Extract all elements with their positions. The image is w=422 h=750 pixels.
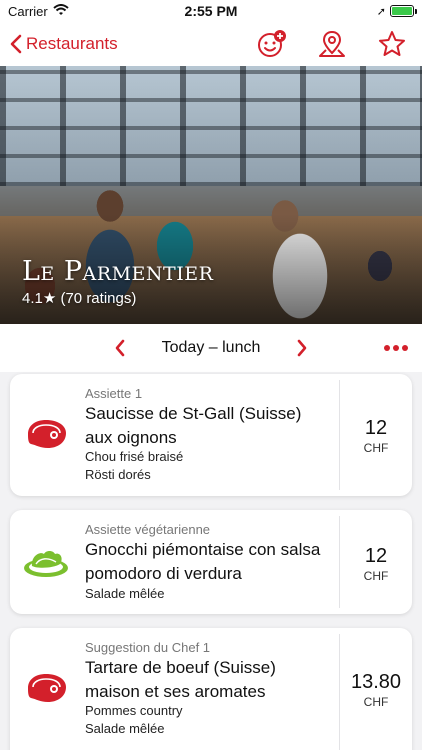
menu-item-name: Tartare de boeuf (Suisse) (85, 658, 276, 677)
navigation-bar: Restaurants (0, 22, 422, 66)
menu-item-name: Gnocchi piémontaise con salsa (85, 540, 321, 559)
price-amount: 12 (364, 545, 388, 567)
favorite-button[interactable] (372, 28, 412, 60)
menu-item-side: Pommes country (85, 703, 183, 718)
price-amount: 12 (364, 417, 388, 439)
menu-item-card[interactable]: Assiette 1 Saucisse de St-Gall (Suisse) … (10, 374, 412, 496)
vegetarian-icon (24, 551, 68, 577)
more-options-button[interactable] (384, 336, 408, 360)
menu-item-price: 12 CHF (340, 417, 412, 455)
more-dot (402, 345, 408, 351)
menu-item-side: Salade mêlée (85, 586, 165, 601)
rate-button[interactable] (252, 28, 292, 60)
chevron-left-icon (10, 34, 22, 54)
menu-item-price: 12 CHF (340, 545, 412, 583)
price-currency: CHF (363, 441, 389, 455)
menu-item-card[interactable]: Suggestion du Chef 1 Tartare de boeuf (S… (10, 628, 412, 750)
menu-item-side: Chou frisé braisé (85, 449, 184, 464)
carrier-label: Carrier (8, 3, 48, 19)
menu-item-side: Salade mêlée (85, 721, 165, 736)
back-button[interactable]: Restaurants (0, 34, 118, 54)
menu-item-category: Assiette 1 (85, 386, 143, 401)
next-day-button[interactable] (290, 336, 314, 360)
more-dot (384, 345, 390, 351)
menu-item-category: Suggestion du Chef 1 (85, 640, 211, 655)
star-icon (379, 31, 405, 56)
menu-item-name: maison et ses aromates (85, 682, 266, 701)
status-bar: Carrier 2:55 PM ➚ (0, 0, 422, 22)
chevron-left-icon (115, 339, 125, 357)
menu-item-card[interactable]: Assiette végétarienne Gnocchi piémontais… (10, 510, 412, 614)
chevron-right-icon (297, 339, 307, 357)
smiley-plus-icon (258, 30, 286, 57)
more-dot (393, 345, 399, 351)
map-pin-icon (319, 30, 345, 57)
price-amount: 13.80 (350, 671, 402, 693)
menu-item-category: Assiette végétarienne (85, 522, 211, 537)
restaurant-hero-image: Le Parmentier 4.1★ (70 ratings) (0, 66, 422, 324)
meat-icon (28, 420, 66, 448)
charging-icon: ➚ (376, 5, 386, 18)
date-selector: Today – lunch (0, 324, 422, 372)
wifi-icon (53, 3, 69, 19)
menu-item-side: Rösti dorés (85, 467, 151, 482)
menu-item-price: 13.80 CHF (340, 671, 412, 709)
meat-icon (28, 674, 66, 702)
battery-icon (390, 5, 417, 17)
menu-item-name: pomodoro di verdura (85, 564, 242, 583)
restaurant-name: Le Parmentier (22, 256, 214, 287)
map-button[interactable] (312, 28, 352, 60)
back-label: Restaurants (26, 34, 118, 53)
menu-item-name: Saucisse de St-Gall (Suisse) (85, 404, 302, 423)
price-currency: CHF (363, 569, 389, 583)
menu-item-name: aux oignons (85, 428, 177, 447)
previous-day-button[interactable] (108, 336, 132, 360)
restaurant-rating: 4.1★ (70 ratings) (22, 290, 137, 307)
date-label: Today – lunch (161, 339, 261, 356)
price-currency: CHF (363, 695, 389, 709)
